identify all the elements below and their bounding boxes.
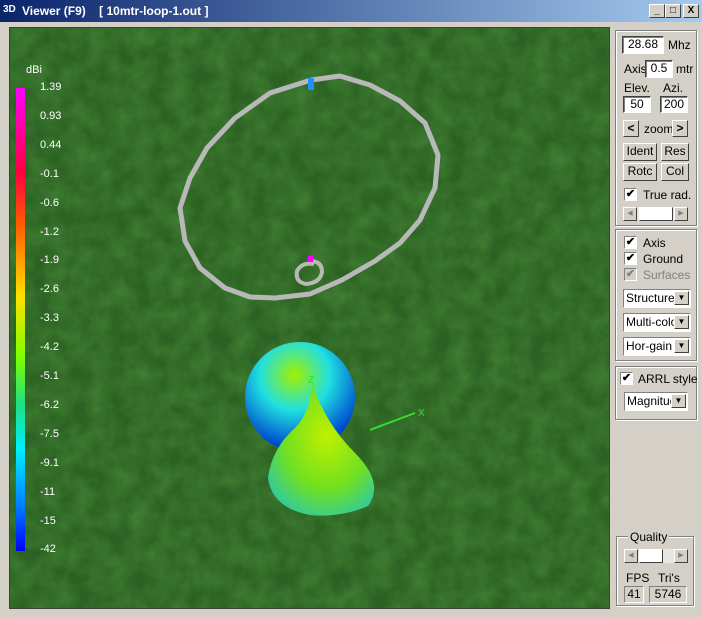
minimize-button[interactable]: _: [649, 4, 665, 18]
axis-label-x: X: [418, 408, 425, 419]
true-rad-label: True rad.: [643, 188, 692, 202]
legend-value: 0.44: [40, 138, 62, 151]
gain-select-value: Hor-gain: [626, 339, 673, 353]
frequency-input[interactable]: 28.68: [622, 36, 664, 54]
legend-value: -7.5: [40, 427, 59, 440]
gain-select[interactable]: Hor-gain ▼: [623, 337, 691, 356]
surfaces-checkbox[interactable]: ✔: [624, 268, 637, 281]
ground-check-label: Ground: [643, 252, 684, 266]
azi-label: Azi.: [663, 81, 684, 95]
close-button[interactable]: X: [683, 4, 699, 18]
legend-unit: dBi: [26, 64, 42, 76]
quality-slider[interactable]: ◀ ▶: [624, 549, 688, 563]
magnitude-select[interactable]: Magnitude ▼: [624, 392, 688, 411]
axis-input[interactable]: 0.5: [645, 60, 673, 78]
azi-input[interactable]: 200: [660, 96, 688, 113]
axis-checkbox[interactable]: ✔: [624, 236, 637, 249]
zoom-out-button[interactable]: <: [623, 120, 639, 137]
legend-value: -6.2: [40, 398, 59, 411]
true-rad-checkbox[interactable]: ✔: [624, 188, 637, 201]
ident-button[interactable]: Ident: [623, 143, 657, 161]
tris-label: Tri's: [658, 571, 680, 585]
legend-value: -5.1: [40, 370, 59, 382]
legend-value: -11: [40, 485, 56, 498]
color-select-value: Multi-colo: [626, 315, 678, 329]
legend-value: -42: [40, 543, 56, 556]
legend-value: -0.1: [40, 167, 59, 180]
zoom-label: zoom: [644, 122, 674, 136]
elev-input[interactable]: 50: [623, 96, 651, 113]
legend-value: 0.93: [40, 109, 62, 122]
elev-label: Elev.: [624, 81, 650, 95]
axis-label: Axis: [624, 62, 647, 76]
legend-value: -3.3: [40, 312, 59, 325]
arrl-style-checkbox[interactable]: ✔: [620, 372, 633, 385]
color-mode-select[interactable]: Multi-colo ▼: [623, 313, 691, 332]
fps-label: FPS: [626, 571, 650, 585]
ground-checkbox[interactable]: ✔: [624, 252, 637, 265]
legend-value: -0.6: [40, 196, 59, 209]
feed-marker: [308, 256, 313, 262]
chevron-down-icon: ▼: [671, 394, 686, 408]
legend-value: -9.1: [40, 456, 59, 469]
fps-value: 41: [624, 586, 644, 603]
3d-viewport[interactable]: Z X dBi 1.39 0.93 0.44 -0.1 -0.6 -1.2 -1.9 -2.6…: [9, 27, 610, 609]
surfaces-check-label: Surfaces: [643, 268, 691, 282]
res-button[interactable]: Res: [661, 143, 689, 161]
rotc-button[interactable]: Rotc: [623, 163, 657, 181]
legend-value: -2.6: [40, 283, 59, 296]
axis-check-label: Axis: [643, 236, 666, 250]
legend-value: -1.9: [40, 254, 59, 267]
freq-unit: Mhz: [668, 38, 691, 52]
title-bar: 3D Viewer (F9) [ 10mtr-loop-1.out ] _ □ …: [0, 0, 702, 22]
maximize-button[interactable]: □: [665, 4, 681, 18]
legend-value: 1.39: [40, 81, 62, 93]
app-icon: 3D: [3, 4, 16, 15]
window-title: Viewer (F9) [ 10mtr-loop-1.out ]: [22, 4, 209, 18]
axis-label-z: Z: [308, 375, 314, 386]
legend-value: -15: [40, 514, 56, 527]
structure-select-value: Structure: [626, 291, 675, 305]
axis-unit: mtr: [676, 62, 694, 76]
source-marker: [308, 78, 314, 90]
zoom-in-button[interactable]: >: [672, 120, 688, 137]
structure-select[interactable]: Structure ▼: [623, 289, 691, 308]
true-rad-slider[interactable]: ◀ ▶: [623, 207, 688, 221]
col-button[interactable]: Col: [661, 163, 689, 181]
scene: Z X: [10, 28, 609, 608]
legend-value: -4.2: [40, 341, 59, 354]
arrl-style-label: ARRL style: [638, 372, 698, 386]
chevron-down-icon: ▼: [674, 291, 689, 305]
chevron-down-icon: ▼: [674, 315, 689, 329]
legend-value: -1.2: [40, 225, 59, 238]
tris-value: 5746: [649, 586, 687, 603]
colorbar: [16, 88, 25, 551]
chevron-down-icon: ▼: [674, 339, 689, 353]
quality-label: Quality: [628, 530, 670, 544]
